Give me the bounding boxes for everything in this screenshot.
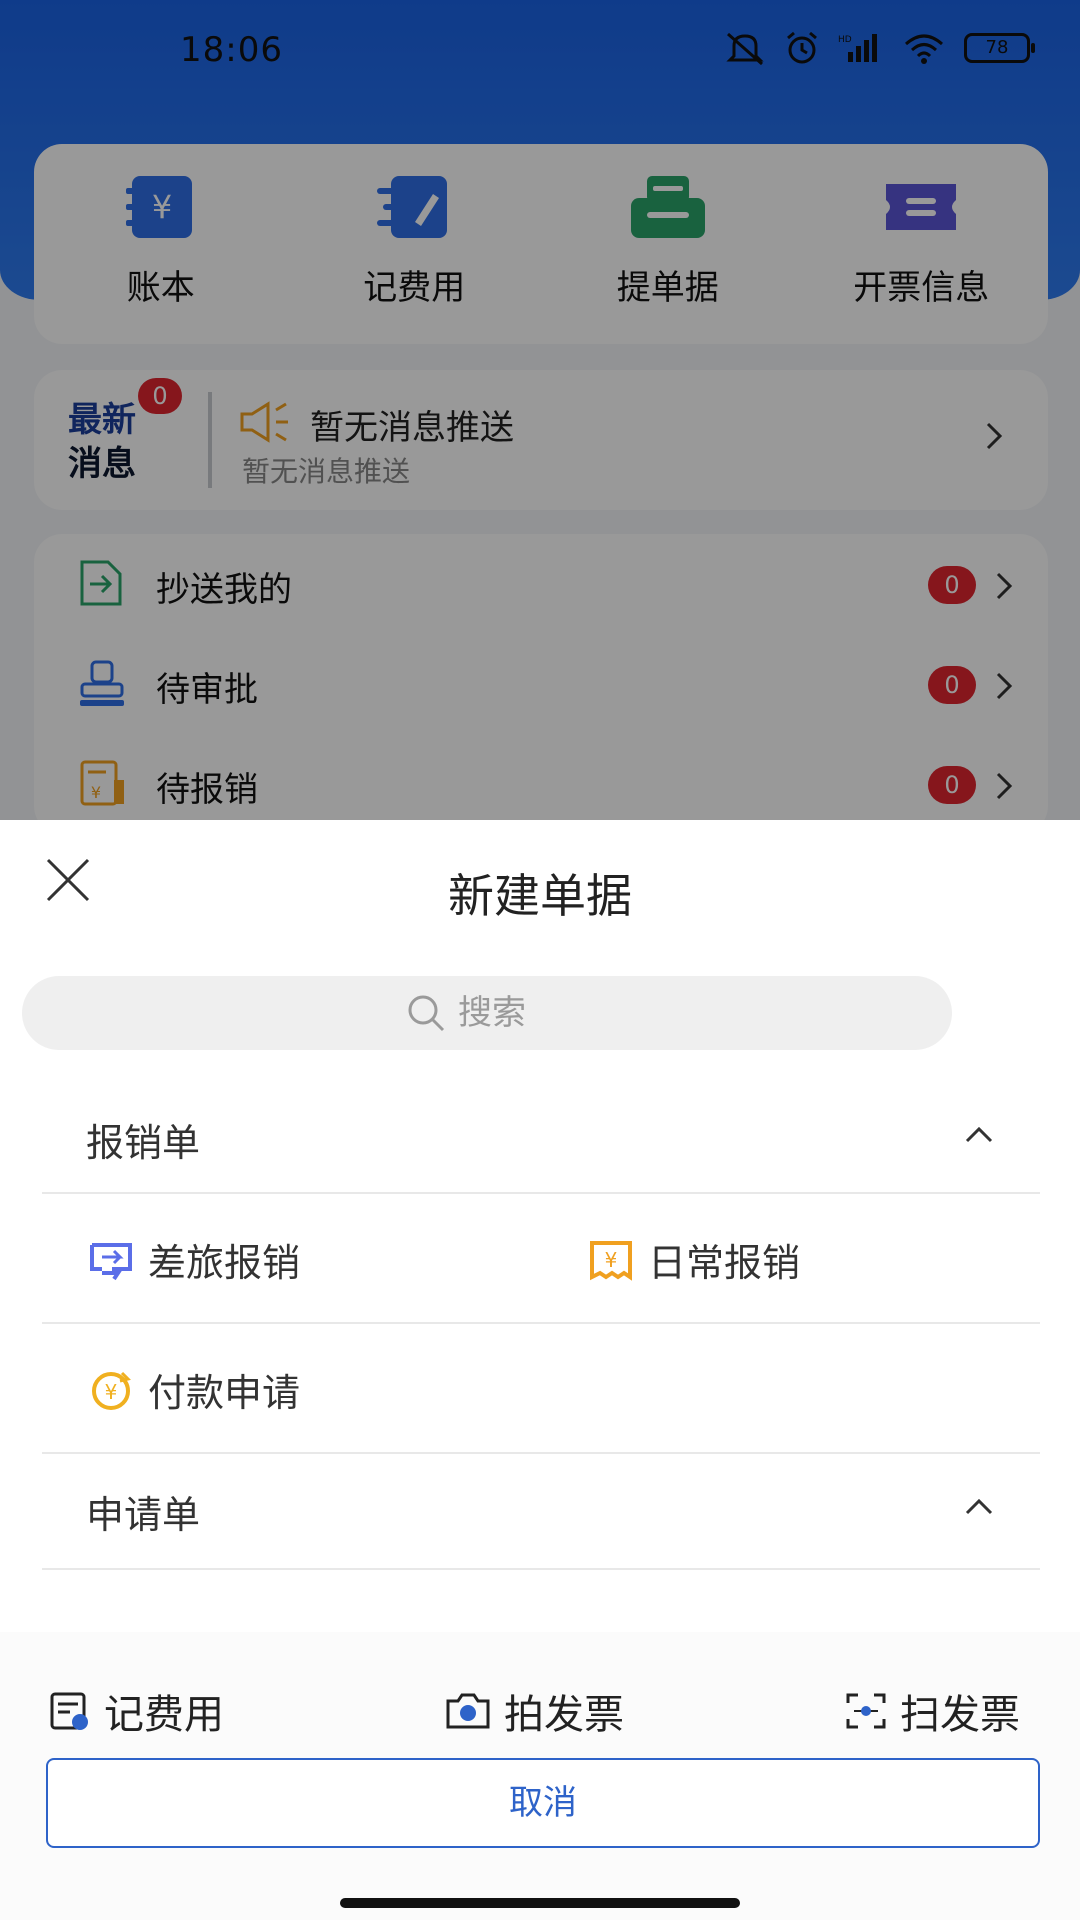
home-indicator[interactable] [340,1898,740,1908]
option-row: ¥ 付款申请 [42,1324,1040,1454]
travel-expense-icon [90,1242,132,1280]
option-row: 差旅报销 ¥ 日常报销 [42,1194,1040,1324]
tool-photo-invoice[interactable]: 拍发票 [444,1682,624,1740]
chevron-up-icon [965,1498,993,1515]
cancel-button[interactable]: 取消 [46,1758,1040,1848]
search-bar[interactable] [22,976,952,1050]
search-icon [408,995,445,1032]
modal-overlay[interactable] [0,0,1080,820]
option-label: 付款申请 [148,1371,301,1415]
option-daily-expense[interactable]: ¥ 日常报销 [588,1232,800,1287]
option-travel-expense[interactable]: 差旅报销 [88,1232,300,1287]
section-label: 报销单 [86,1121,201,1165]
tool-scan-invoice[interactable]: 扫发票 [844,1682,1020,1740]
daily-expense-icon: ¥ [590,1240,632,1281]
option-payment-request[interactable]: ¥ 付款申请 [88,1362,300,1417]
scan-icon [846,1693,886,1729]
chevron-up-icon [965,1126,993,1143]
record-expense-icon [50,1692,88,1730]
section-header-reimbursement[interactable]: 报销单 [42,1082,1040,1194]
new-document-sheet: 新建单据 报销单 差旅报销 ¥ 日常报销 ¥ 付款申请 申请单 记费用 [0,820,1080,1920]
option-label: 日常报销 [648,1241,801,1285]
tool-record-expense[interactable]: 记费用 [48,1682,224,1740]
tool-label: 扫发票 [900,1692,1020,1738]
sheet-title: 新建单据 [448,869,632,923]
option-label: 差旅报销 [148,1241,301,1285]
tool-label: 拍发票 [504,1692,624,1738]
payment-request-icon: ¥ [92,1371,131,1410]
camera-icon [446,1693,490,1729]
section-header-application[interactable]: 申请单 [42,1454,1040,1570]
search-input[interactable] [458,993,568,1033]
background-app: 18:06 HD 78 ¥ 账本 记费用 提单据 开票信息 最新 消息 0 暂无… [0,0,1080,820]
tool-label: 记费用 [104,1692,224,1738]
svg-text:¥: ¥ [105,1380,118,1404]
svg-text:¥: ¥ [605,1248,618,1272]
section-label: 申请单 [86,1493,201,1537]
